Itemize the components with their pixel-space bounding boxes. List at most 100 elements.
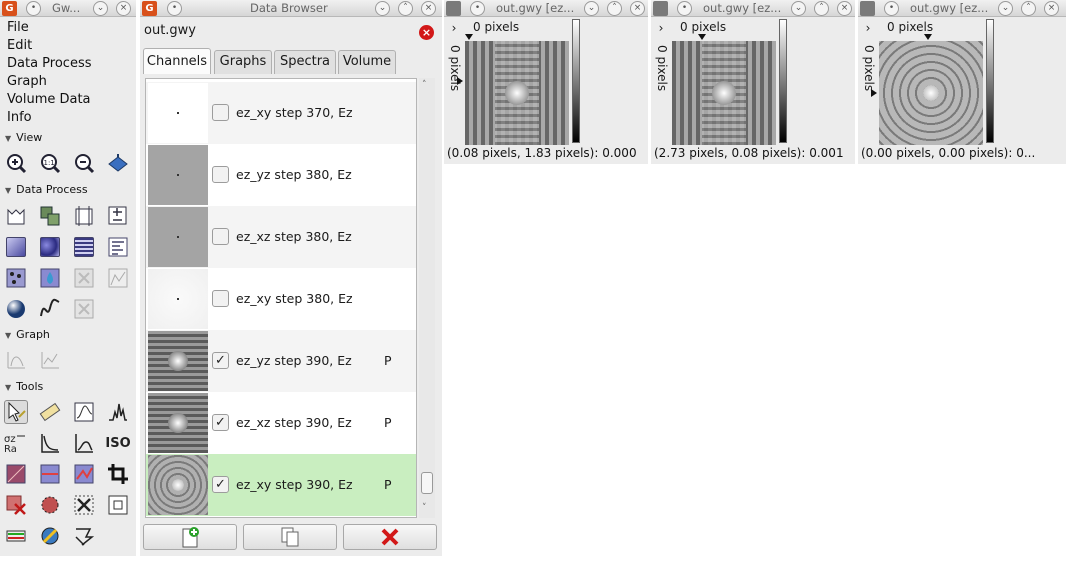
visibility-checkbox[interactable] (212, 166, 229, 183)
close-icon[interactable]: × (630, 1, 645, 16)
tab-graphs[interactable]: Graphs (214, 50, 272, 74)
section-view[interactable]: ▼ View (5, 131, 42, 144)
arithmetic-icon[interactable] (106, 204, 130, 228)
grain-remover-tool-icon[interactable] (4, 493, 28, 517)
list-item[interactable]: ✓ ez_yz step 390, Ez P (146, 330, 416, 392)
rows-icon[interactable] (106, 235, 130, 259)
sfunctions-tool-icon[interactable] (38, 431, 62, 455)
window-menu-icon[interactable]: • (470, 1, 485, 16)
duplicate-channel-button[interactable] (243, 524, 337, 550)
browser-titlebar[interactable]: G • Data Browser ⌄ ˄ × (140, 0, 442, 17)
channel-titlebar[interactable]: • out.gwy [ez... ⌄ ˄ × (651, 0, 855, 17)
channel-menu-arrow-icon[interactable]: › (654, 21, 668, 39)
list-item-selected[interactable]: ✓ ez_xy step 390, Ez P (146, 454, 416, 516)
minimize-icon[interactable]: ⌄ (791, 1, 806, 16)
zoom-1-1-icon[interactable]: 1:1 (38, 151, 62, 175)
menu-edit[interactable]: Edit (7, 38, 32, 53)
close-icon[interactable]: × (116, 1, 131, 16)
close-icon[interactable]: × (1044, 1, 1059, 16)
section-tools[interactable]: ▼ Tools (5, 380, 43, 393)
color-range-tool-icon[interactable] (72, 493, 96, 517)
line-stats-tool-icon[interactable] (72, 462, 96, 486)
minimize-icon[interactable]: ⌄ (375, 1, 390, 16)
visibility-checkbox[interactable]: ✓ (212, 414, 229, 431)
visibility-checkbox[interactable] (212, 104, 229, 121)
window-menu-icon[interactable]: • (677, 1, 692, 16)
level-icon[interactable] (4, 235, 28, 259)
menu-info[interactable]: Info (7, 110, 32, 125)
list-scrollbar[interactable]: ˄ ˅ (419, 78, 435, 518)
list-item[interactable]: ez_yz step 380, Ez (146, 144, 416, 206)
minimize-icon[interactable]: ⌄ (584, 1, 599, 16)
zoom-out-icon[interactable] (72, 151, 96, 175)
window-menu-icon[interactable]: • (884, 1, 899, 16)
deposit-tool-icon[interactable] (72, 524, 96, 548)
minimize-icon[interactable]: ⌄ (998, 1, 1013, 16)
scale-icon[interactable] (38, 204, 62, 228)
roughness-tool-icon[interactable]: σz Ra (4, 431, 28, 455)
channel-image[interactable] (672, 41, 776, 145)
distance-tool-icon[interactable] (38, 400, 62, 424)
mask-icon[interactable] (72, 297, 96, 321)
spot-remover-tool-icon[interactable] (38, 493, 62, 517)
channel-titlebar[interactable]: • out.gwy [ez... ⌄ ˄ × (858, 0, 1066, 17)
visibility-checkbox[interactable]: ✓ (212, 476, 229, 493)
facet-level-icon[interactable] (38, 235, 62, 259)
watershed-icon[interactable] (38, 266, 62, 290)
spectro-tool-icon[interactable] (106, 400, 130, 424)
line-correct-icon[interactable] (72, 235, 96, 259)
list-item[interactable]: ✓ ez_xz step 390, Ez P (146, 392, 416, 454)
crop-tool-icon[interactable] (106, 462, 130, 486)
profile-tool-icon[interactable] (72, 400, 96, 424)
graph-measure-icon[interactable] (4, 348, 28, 372)
fft-icon[interactable] (38, 297, 62, 321)
toolbox-titlebar[interactable]: G • Gw... ⌄ × (0, 0, 136, 17)
scroll-down-icon[interactable]: ˅ (422, 503, 427, 513)
channel-image[interactable] (465, 41, 569, 145)
list-item[interactable]: ez_xy step 380, Ez (146, 268, 416, 330)
3d-view-icon[interactable] (106, 151, 130, 175)
menu-data-process[interactable]: Data Process (7, 56, 92, 71)
grain-remove-icon[interactable] (72, 266, 96, 290)
correct-affine-tool-icon[interactable] (38, 524, 62, 548)
visibility-checkbox[interactable]: ✓ (212, 352, 229, 369)
new-channel-button[interactable] (143, 524, 237, 550)
close-icon[interactable]: × (837, 1, 852, 16)
channel-menu-arrow-icon[interactable]: › (447, 21, 461, 39)
mask-editor-tool-icon[interactable] (38, 462, 62, 486)
tab-volume[interactable]: Volume (338, 50, 396, 74)
minimize-icon[interactable]: ⌄ (93, 1, 108, 16)
window-menu-icon[interactable]: • (26, 1, 41, 16)
channel-menu-arrow-icon[interactable]: › (861, 21, 875, 39)
selection-manager-tool-icon[interactable] (106, 493, 130, 517)
menu-volume-data[interactable]: Volume Data (7, 92, 91, 107)
maximize-icon[interactable]: ˄ (814, 1, 829, 16)
path-level-tool-icon[interactable] (4, 524, 28, 548)
visibility-checkbox[interactable] (212, 290, 229, 307)
tab-spectra[interactable]: Spectra (274, 50, 336, 74)
filter-tool-icon[interactable] (4, 462, 28, 486)
close-file-icon[interactable]: × (419, 25, 434, 40)
maximize-icon[interactable]: ˄ (1021, 1, 1036, 16)
iso-tool-icon[interactable]: ISO (105, 431, 130, 455)
visibility-checkbox[interactable] (212, 228, 229, 245)
menu-graph[interactable]: Graph (7, 74, 47, 89)
maximize-icon[interactable]: ˄ (607, 1, 622, 16)
section-data-process[interactable]: ▼ Data Process (5, 183, 88, 196)
maximize-icon[interactable]: ˄ (398, 1, 413, 16)
menu-file[interactable]: File (7, 20, 29, 35)
list-item[interactable]: ez_xz step 380, Ez (146, 206, 416, 268)
channel-titlebar[interactable]: • out.gwy [ez... ⌄ ˄ × (444, 0, 648, 17)
section-graph[interactable]: ▼ Graph (5, 328, 50, 341)
scrollbar-thumb[interactable] (421, 472, 433, 494)
delete-channel-button[interactable] (343, 524, 437, 550)
list-item[interactable]: ez_xy step 370, Ez (146, 82, 416, 144)
read-value-tool-icon[interactable] (4, 400, 28, 424)
zoom-in-icon[interactable] (4, 151, 28, 175)
grain-dist-icon[interactable] (106, 266, 130, 290)
close-icon[interactable]: × (421, 1, 436, 16)
tab-channels[interactable]: Channels (143, 48, 211, 74)
scroll-up-icon[interactable]: ˄ (422, 80, 427, 90)
graph-fit-icon[interactable] (38, 348, 62, 372)
stats-tool-icon[interactable] (72, 431, 96, 455)
